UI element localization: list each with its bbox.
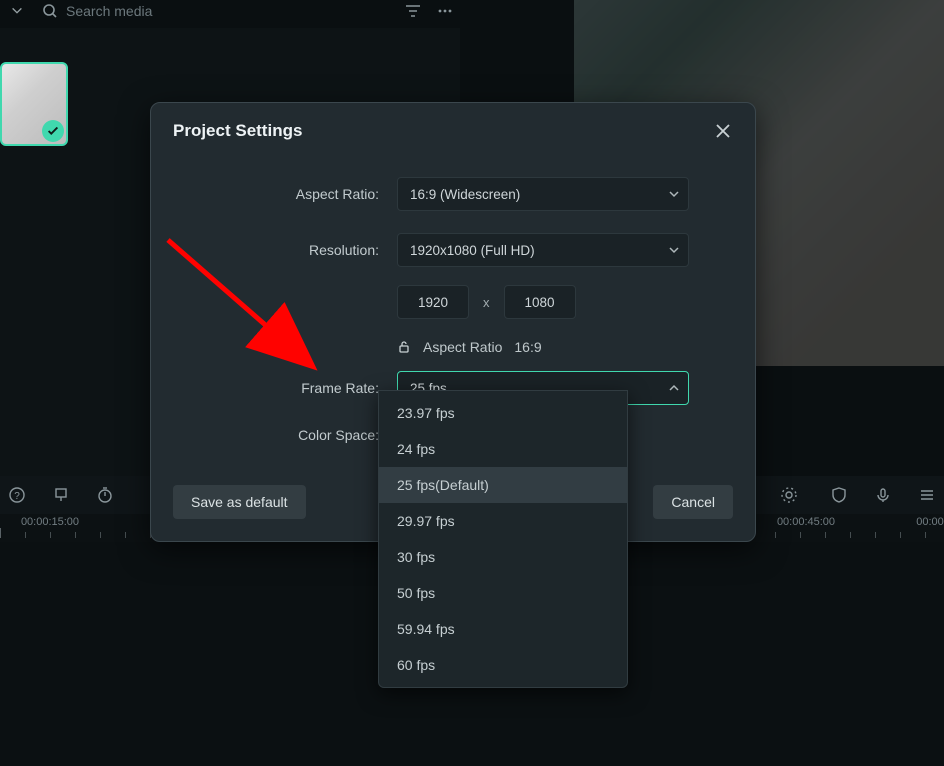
chevron-down-icon — [668, 244, 680, 256]
resolution-label: Resolution: — [179, 242, 397, 258]
audio-icon[interactable] — [916, 484, 938, 506]
aspect-ratio-value: 16:9 (Widescreen) — [410, 187, 520, 202]
check-icon — [42, 120, 64, 142]
marker-icon[interactable] — [50, 484, 72, 506]
frame-rate-option[interactable]: 23.97 fps — [379, 395, 627, 431]
lock-value: 16:9 — [514, 339, 541, 355]
more-icon[interactable] — [436, 2, 454, 20]
settings-gear-icon[interactable] — [778, 484, 800, 506]
aspect-ratio-select[interactable]: 16:9 (Widescreen) — [397, 177, 689, 211]
frame-rate-option[interactable]: 50 fps — [379, 575, 627, 611]
resolution-select[interactable]: 1920x1080 (Full HD) — [397, 233, 689, 267]
unlock-icon[interactable] — [397, 340, 411, 354]
timer-icon[interactable] — [94, 484, 116, 506]
lock-label: Aspect Ratio — [423, 339, 502, 355]
ruler-label: 00:00:45:00 — [777, 516, 835, 528]
help-icon[interactable]: ? — [6, 484, 28, 506]
filter-icon[interactable] — [404, 2, 422, 20]
chevron-down-icon[interactable] — [10, 4, 24, 18]
frame-rate-option[interactable]: 60 fps — [379, 647, 627, 683]
cancel-button[interactable]: Cancel — [653, 485, 733, 519]
mic-icon[interactable] — [872, 484, 894, 506]
search-input[interactable]: Search media — [66, 3, 152, 19]
save-default-button[interactable]: Save as default — [173, 485, 306, 519]
chevron-up-icon — [668, 382, 680, 394]
height-input[interactable]: 1080 — [504, 285, 576, 319]
frame-rate-option[interactable]: 24 fps — [379, 431, 627, 467]
dimension-x: x — [483, 295, 490, 310]
media-thumbnail[interactable] — [0, 62, 68, 146]
shield-icon[interactable] — [828, 484, 850, 506]
frame-rate-option[interactable]: 29.97 fps — [379, 503, 627, 539]
resolution-value: 1920x1080 (Full HD) — [410, 243, 535, 258]
frame-rate-option[interactable]: 59.94 fps — [379, 611, 627, 647]
aspect-ratio-label: Aspect Ratio: — [179, 186, 397, 202]
frame-rate-option[interactable]: 25 fps(Default) — [379, 467, 627, 503]
ruler-label: 00:00 — [916, 516, 944, 528]
ruler-label: 00:00:15:00 — [21, 516, 79, 528]
frame-rate-label: Frame Rate: — [179, 380, 397, 396]
frame-rate-dropdown: 23.97 fps24 fps25 fps(Default)29.97 fps3… — [378, 390, 628, 688]
dialog-title: Project Settings — [173, 121, 302, 141]
chevron-down-icon — [668, 188, 680, 200]
frame-rate-option[interactable]: 30 fps — [379, 539, 627, 575]
close-icon[interactable] — [713, 121, 733, 141]
svg-text:?: ? — [14, 491, 20, 502]
search-icon[interactable] — [42, 3, 58, 19]
color-space-label: Color Space: — [179, 427, 397, 443]
width-input[interactable]: 1920 — [397, 285, 469, 319]
